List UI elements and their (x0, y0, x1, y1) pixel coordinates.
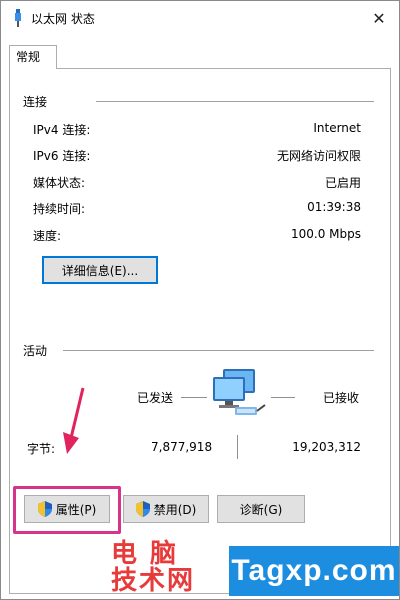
tab-general[interactable]: 常规 (9, 45, 57, 69)
duration-value: 01:39:38 (307, 200, 361, 214)
disable-button[interactable]: 禁用(D) (123, 495, 209, 523)
connection-group-divider (96, 101, 374, 102)
bytes-received-value: 19,203,312 (292, 440, 361, 454)
disable-button-label: 禁用(D) (153, 502, 197, 517)
duration-label: 持续时间: (33, 202, 86, 216)
media-state-label: 媒体状态: (33, 176, 86, 190)
watermark-cn-line1: 电 脑 (111, 539, 179, 569)
watermark-en-text: Tagxp.com (231, 554, 397, 587)
activity-group-title: 活动 (23, 344, 48, 358)
ethernet-plug-icon (15, 9, 21, 27)
diagnose-button[interactable]: 诊断(G) (217, 495, 305, 523)
uac-shield-icon (135, 501, 150, 517)
bytes-sent-value: 7,877,918 (151, 440, 213, 454)
watermark-cn-line2: 技术网 (111, 566, 196, 596)
title-bar: 以太网 状态 ✕ (1, 1, 399, 35)
watermark-cn: 电 脑 技术网 (111, 541, 195, 595)
ethernet-status-window: 以太网 状态 ✕ 常规 连接 IPv4 连接: Internet IPv6 连接… (0, 0, 400, 600)
details-button-label: 详细信息(E)... (61, 263, 139, 278)
close-icon: ✕ (372, 8, 386, 28)
window-title: 以太网 状态 (31, 12, 95, 26)
network-computers-icon (213, 369, 266, 415)
ipv4-connection-value: Internet (313, 121, 361, 135)
speed-label: 速度: (33, 229, 62, 243)
sent-line (181, 397, 207, 398)
watermark-logo: Tagxp.com (229, 536, 399, 596)
media-state-value: 已启用 (324, 176, 361, 190)
received-label: 已接收 (323, 391, 360, 405)
activity-group-divider (63, 350, 374, 351)
ipv6-connection-value: 无网络访问权限 (276, 149, 361, 163)
diagnose-button-label: 诊断(G) (239, 502, 283, 517)
properties-button-label: 属性(P) (55, 502, 97, 517)
activity-separator (237, 435, 238, 459)
connection-group-title: 连接 (23, 95, 48, 109)
speed-value: 100.0 Mbps (290, 227, 361, 241)
ipv6-connection-label: IPv6 连接: (33, 149, 91, 163)
bytes-label: 字节: (27, 442, 56, 456)
close-button[interactable]: ✕ (359, 1, 399, 35)
ipv4-connection-label: IPv4 连接: (33, 123, 91, 137)
details-button[interactable]: 详细信息(E)... (42, 256, 158, 284)
properties-button[interactable]: 属性(P) (24, 495, 110, 523)
received-line (271, 397, 295, 398)
uac-shield-icon (37, 501, 52, 517)
sent-label: 已发送 (137, 391, 174, 405)
